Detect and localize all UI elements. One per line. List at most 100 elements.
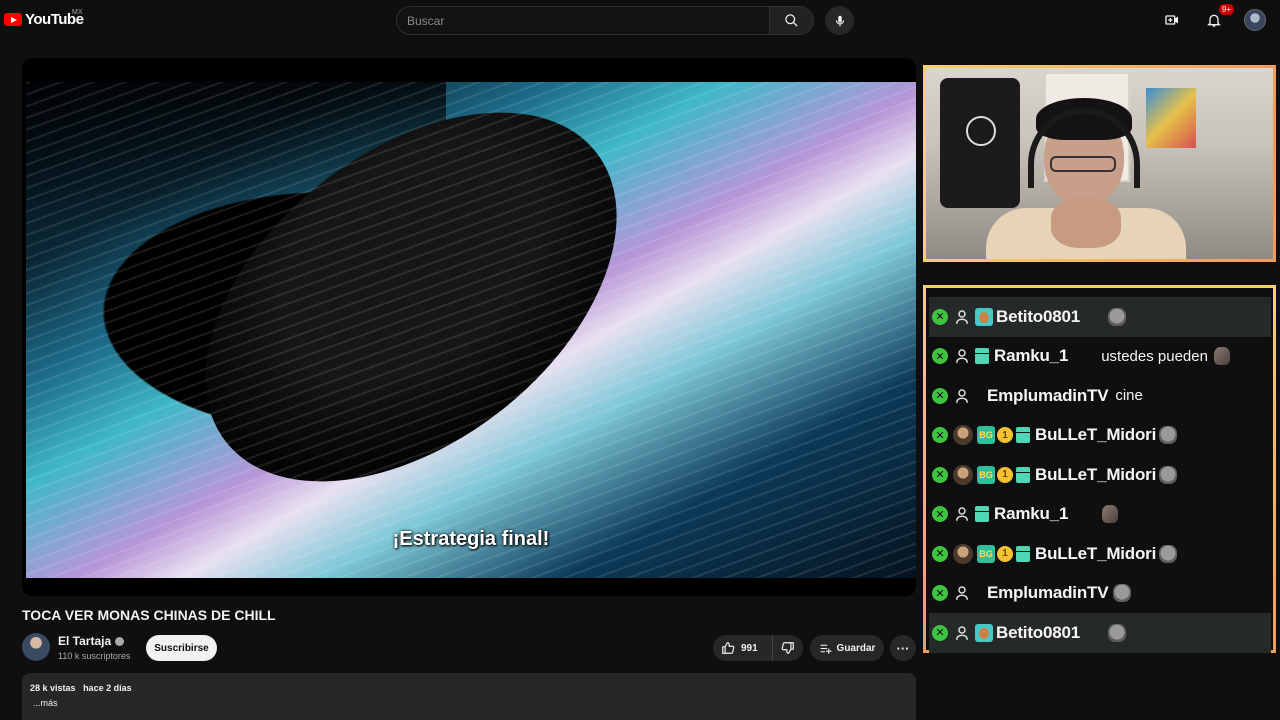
moderator-badge-icon: ✕ bbox=[932, 545, 948, 562]
gift-badge-icon bbox=[975, 506, 989, 523]
chat-text: cine bbox=[1115, 387, 1143, 405]
moderator-badge-icon: ✕ bbox=[932, 466, 948, 483]
chat-text: ustedes pueden bbox=[1101, 347, 1208, 365]
gift-badge-icon bbox=[1016, 427, 1030, 444]
streamer-hands bbox=[1051, 198, 1121, 248]
dislike-button[interactable] bbox=[773, 641, 803, 655]
chat-message: ✕ BG 1 BuLLeT_Midori bbox=[929, 455, 1271, 495]
video-subtitle: ¡Estrategia final! bbox=[392, 528, 550, 550]
playlist-add-icon bbox=[820, 644, 832, 654]
user-icon bbox=[956, 349, 968, 364]
search-input[interactable] bbox=[407, 13, 769, 28]
gift-badge-icon bbox=[1016, 545, 1030, 562]
subscribe-button[interactable]: Suscribirse bbox=[146, 635, 217, 661]
chat-username[interactable]: BuLLeT_Midori bbox=[1035, 544, 1156, 564]
notifications-badge: 9+ bbox=[1218, 4, 1234, 15]
user-icon bbox=[956, 626, 968, 640]
cat-emote-icon bbox=[1107, 307, 1126, 326]
top-right-actions: 9+ bbox=[1160, 4, 1266, 32]
verified-icon bbox=[115, 636, 125, 646]
channel-name[interactable]: El Tartaja bbox=[58, 634, 111, 648]
search-icon bbox=[785, 14, 798, 27]
moderator-badge-icon: ✕ bbox=[932, 348, 948, 365]
chat-username[interactable]: Ramku_1 bbox=[994, 346, 1068, 366]
moderator-badge-icon: ✕ bbox=[932, 427, 948, 444]
teddy-badge-icon bbox=[975, 623, 993, 642]
description-more-link[interactable]: ...más bbox=[30, 698, 916, 708]
youtube-logo[interactable]: YouTube MX bbox=[4, 9, 84, 28]
moderator-badge-icon: ✕ bbox=[932, 308, 948, 325]
chat-message: ✕ Ramku_1 bbox=[929, 495, 1271, 535]
user-icon bbox=[956, 586, 968, 601]
subscriber-badge-icon: BG bbox=[977, 465, 995, 484]
tier-badge: 1 bbox=[997, 466, 1013, 483]
chat-username[interactable]: Betito0801 bbox=[996, 307, 1080, 327]
chat-username[interactable]: EmplumadinTV bbox=[987, 583, 1109, 603]
notifications-button[interactable]: 9+ bbox=[1202, 4, 1234, 32]
chat-message: ✕ Betito0801 bbox=[929, 297, 1271, 337]
chat-message: ✕ Ramku_1 ustedes pueden bbox=[929, 337, 1271, 377]
like-button[interactable]: 991 bbox=[713, 635, 773, 661]
chat-avatar bbox=[953, 425, 973, 446]
user-icon bbox=[956, 389, 968, 403]
moderator-badge-icon: ✕ bbox=[932, 624, 948, 641]
video-frame: ¡Estrategia final! bbox=[26, 82, 916, 578]
video-player[interactable]: ¡Estrategia final! bbox=[22, 58, 916, 596]
teddy-badge-icon bbox=[975, 307, 993, 326]
cat-emote-icon bbox=[1159, 544, 1178, 563]
gift-badge-icon bbox=[975, 348, 989, 365]
subscriber-badge-icon: BG bbox=[977, 544, 995, 563]
cat-emote-icon bbox=[1159, 426, 1178, 445]
webcam-overlay bbox=[923, 65, 1276, 262]
chat-username[interactable]: EmplumadinTV bbox=[987, 386, 1109, 406]
account-avatar[interactable] bbox=[1244, 9, 1266, 31]
description-meta: 28 k vistas hace 2 días bbox=[30, 683, 916, 693]
search-button[interactable] bbox=[769, 6, 814, 35]
search-bar bbox=[396, 6, 814, 35]
video-title: TOCA VER MONAS CHINAS DE CHILL bbox=[22, 607, 276, 623]
create-button[interactable] bbox=[1160, 8, 1184, 32]
subscriber-count: 110 k suscriptores bbox=[58, 651, 131, 661]
save-button[interactable]: Guardar bbox=[810, 635, 884, 661]
bell-icon bbox=[1207, 14, 1221, 27]
save-label: Guardar bbox=[836, 642, 876, 654]
thumbs-up-icon bbox=[722, 642, 735, 654]
chat-avatar bbox=[953, 543, 973, 564]
chat-overlay: ✕ Betito0801 ✕ Ramku_1 ustedes pueden ✕ … bbox=[923, 285, 1276, 653]
youtube-play-icon bbox=[4, 13, 22, 26]
gift-badge-icon bbox=[1016, 466, 1030, 483]
user-icon bbox=[956, 310, 968, 324]
chat-username[interactable]: BuLLeT_Midori bbox=[1035, 425, 1156, 445]
chat-username[interactable]: Ramku_1 bbox=[994, 504, 1068, 524]
cat-emote-icon bbox=[1159, 465, 1178, 484]
moderator-badge-icon: ✕ bbox=[932, 585, 948, 602]
like-count: 991 bbox=[741, 642, 758, 654]
user-icon bbox=[956, 507, 968, 522]
background-poster bbox=[1146, 88, 1196, 148]
cat-emote-icon bbox=[1113, 584, 1132, 603]
channel-name-row[interactable]: El Tartaja bbox=[58, 634, 125, 648]
more-actions-button[interactable]: ··· bbox=[890, 635, 916, 661]
chat-username[interactable]: Betito0801 bbox=[996, 623, 1080, 643]
search-box[interactable] bbox=[396, 6, 769, 35]
country-code: MX bbox=[72, 9, 83, 16]
channel-avatar[interactable] bbox=[22, 633, 50, 661]
moderator-badge-icon: ✕ bbox=[932, 387, 948, 404]
chat-message: ✕ BG 1 BuLLeT_Midori bbox=[929, 416, 1271, 456]
tier-badge: 1 bbox=[997, 545, 1013, 562]
chat-message: ✕ EmplumadinTV bbox=[929, 574, 1271, 614]
like-dislike-bar: 991 bbox=[713, 635, 803, 661]
microphone-icon bbox=[835, 15, 844, 26]
voice-search-button[interactable] bbox=[825, 6, 854, 35]
chat-avatar bbox=[953, 464, 973, 485]
chat-message: ✕ Betito0801 bbox=[929, 613, 1271, 653]
chat-username[interactable]: BuLLeT_Midori bbox=[1035, 465, 1156, 485]
thumbs-down-icon bbox=[781, 642, 794, 654]
chat-message: ✕ BG 1 BuLLeT_Midori bbox=[929, 534, 1271, 574]
glasses bbox=[1050, 156, 1116, 172]
background-jacket bbox=[940, 78, 1020, 208]
tier-badge: 1 bbox=[997, 427, 1013, 444]
description-box[interactable]: 28 k vistas hace 2 días ...más bbox=[22, 673, 916, 720]
dog-emote-icon bbox=[1213, 347, 1230, 366]
top-bar: YouTube MX 9+ bbox=[0, 0, 1280, 40]
